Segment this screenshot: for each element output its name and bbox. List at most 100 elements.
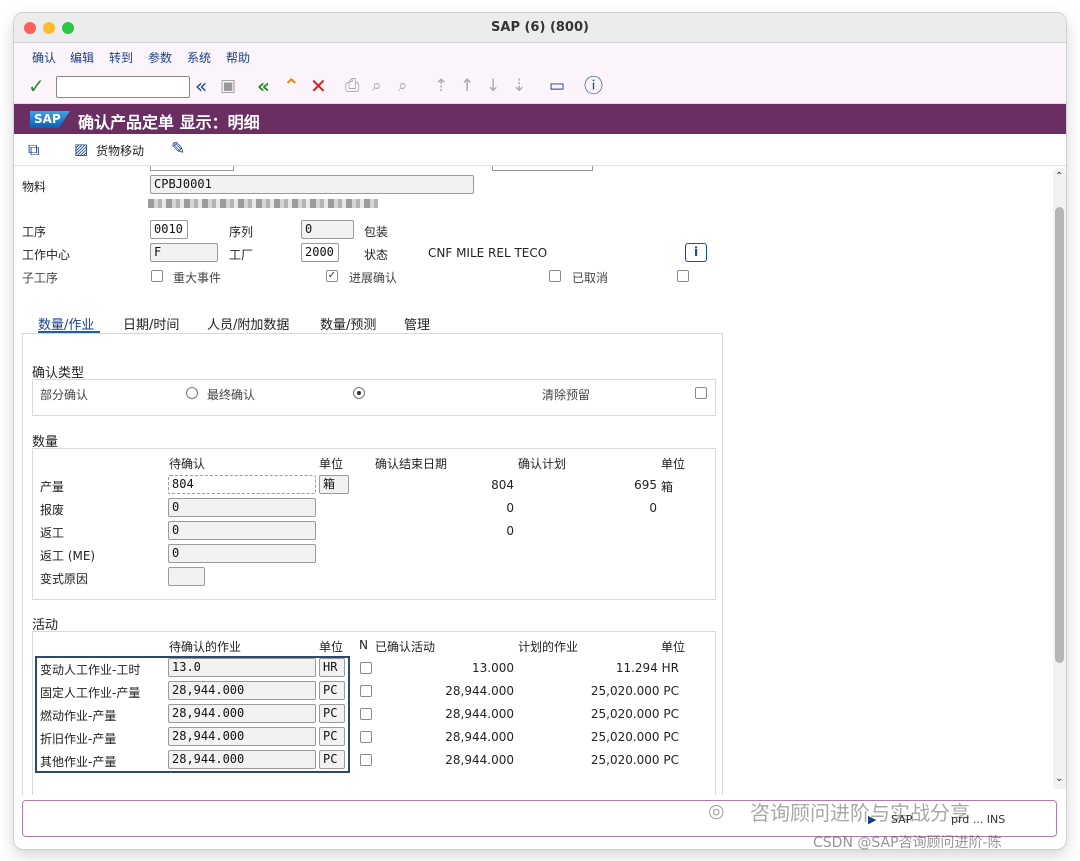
rework-field[interactable]: 0 — [168, 521, 316, 540]
back-icon[interactable]: « — [257, 74, 270, 98]
activity-value-field[interactable]: 28,944.000 — [168, 681, 316, 700]
activity-checkbox[interactable] — [360, 708, 372, 720]
yield-plan: 695 — [634, 478, 657, 492]
cancel-icon[interactable]: ✕ — [310, 74, 327, 98]
menu-confirm[interactable]: 确认 — [32, 49, 56, 66]
activity-checkbox[interactable] — [360, 662, 372, 674]
tab-quantity-forecast[interactable]: 数量/预测 — [320, 314, 376, 333]
yield-plan-unit: 箱 — [661, 480, 674, 494]
progress-confirm-checkbox[interactable]: ✓ — [326, 270, 338, 282]
final-confirm-radio[interactable] — [186, 387, 198, 399]
activity-unit-field[interactable]: PC — [319, 704, 345, 723]
activity-label: 其他作业-产量 — [40, 755, 117, 769]
sequence-field[interactable]: 0 — [301, 220, 354, 239]
goods-movement-icon[interactable]: ▨ — [74, 140, 88, 158]
activity-checkbox[interactable] — [360, 731, 372, 743]
activity-label: 固定人工作业-产量 — [40, 686, 141, 700]
activity-value-field[interactable]: 28,944.000 — [168, 704, 316, 723]
activity-unit-field[interactable]: PC — [319, 681, 345, 700]
menu-goto[interactable]: 转到 — [109, 49, 133, 66]
activity-unit-field[interactable]: HR — [319, 658, 345, 677]
status-info-icon[interactable]: i — [685, 243, 707, 262]
vertical-scrollbar[interactable]: ⌃ ⌄ — [1053, 169, 1066, 789]
rework-confirmed: 0 — [506, 524, 514, 538]
clear-reservation-label: 清除预留 — [542, 388, 591, 402]
activity-value-field[interactable]: 13.0 — [168, 658, 316, 677]
first-page-icon[interactable]: ⇡ — [434, 74, 448, 98]
menu-edit[interactable]: 编辑 — [70, 49, 94, 66]
workcenter-field[interactable]: F — [150, 243, 218, 262]
scroll-down-icon[interactable]: ⌄ — [1055, 773, 1063, 784]
qty-col-end-date: 确认结束日期 — [375, 457, 448, 471]
activity-confirmed: 28,944.000 — [445, 753, 514, 767]
window-titlebar: SAP (6) (800) — [14, 13, 1066, 43]
menu-system[interactable]: 系统 — [187, 49, 211, 66]
tab-personnel[interactable]: 人员/附加数据 — [207, 314, 289, 333]
activity-checkbox[interactable] — [360, 685, 372, 697]
menu-bar: 确认 编辑 转到 参数 系统 帮助 — [14, 43, 1066, 70]
new-session-icon[interactable]: ▭ — [549, 74, 565, 98]
material-field[interactable]: CPBJ0001 — [150, 175, 474, 194]
qty-col-unit2: 单位 — [661, 457, 686, 471]
confirm-option-radio[interactable] — [353, 387, 365, 399]
last-page-icon[interactable]: ⇣ — [512, 74, 526, 98]
exit-icon[interactable]: ⌃ — [283, 74, 300, 98]
act-col-confirmed: 已确认活动 — [375, 640, 436, 654]
activity-value-field[interactable]: 28,944.000 — [168, 750, 316, 769]
plant-field[interactable]: 2000 — [301, 243, 339, 262]
major-event-checkbox[interactable] — [151, 270, 163, 282]
menu-settings[interactable]: 参数 — [148, 49, 172, 66]
menu-help[interactable]: 帮助 — [226, 49, 250, 66]
edit-note-icon[interactable]: ✎ — [171, 139, 185, 159]
qty-row-label: 产量 — [40, 480, 65, 494]
progress-confirm-label: 进展确认 — [349, 271, 398, 285]
plant-label: 工厂 — [229, 248, 254, 262]
double-left-icon[interactable]: « — [195, 74, 207, 98]
yield-field[interactable]: 804 — [168, 475, 316, 494]
application-toolbar: ⧉ ▨ 货物移动 ✎ — [14, 134, 1066, 166]
activity-unit-field[interactable]: PC — [319, 727, 345, 746]
activity-value-field[interactable]: 28,944.000 — [168, 727, 316, 746]
material-description-blurred — [148, 199, 378, 208]
operation-label: 工序 — [22, 225, 47, 239]
standard-toolbar: ✓ « ▣ « ⌃ ✕ ⎙ ⌕ ⌕ ⇡ ↑ ↓ ⇣ ▭ ⓘ — [14, 70, 1066, 104]
activity-unit-field[interactable]: PC — [319, 750, 345, 769]
tab-administration[interactable]: 管理 — [404, 314, 430, 333]
command-field[interactable] — [56, 76, 190, 98]
scrollbar-thumb[interactable] — [1055, 207, 1064, 663]
scroll-up-icon[interactable]: ⌃ — [1055, 171, 1063, 182]
scrap-confirmed: 0 — [506, 501, 514, 515]
act-col-plan: 计划的作业 — [518, 640, 579, 654]
activity-label: 变动人工作业-工时 — [40, 663, 141, 677]
yield-unit-field[interactable]: 箱 — [319, 475, 349, 494]
find-next-icon[interactable]: ⌕ — [398, 74, 408, 98]
find-icon[interactable]: ⌕ — [372, 74, 382, 98]
tab-date-time[interactable]: 日期/时间 — [123, 314, 179, 333]
sap-window: SAP (6) (800) 确认 编辑 转到 参数 系统 帮助 ✓ « ▣ « … — [14, 13, 1066, 849]
activity-confirmed: 13.000 — [472, 661, 514, 675]
next-page-icon[interactable]: ↓ — [486, 74, 500, 98]
activity-plan: 25,020.000 PC — [590, 753, 679, 767]
goods-movement-button[interactable]: 货物移动 — [96, 142, 144, 159]
clear-reservation-checkbox[interactable] — [695, 387, 707, 399]
partial-confirm-label: 部分确认 — [40, 388, 89, 402]
packaging-label: 包装 — [364, 225, 389, 239]
cancelled-checkbox[interactable] — [549, 270, 561, 282]
qty-row-label: 变式原因 — [40, 572, 89, 586]
suboperation-label: 子工序 — [22, 271, 59, 285]
major-event-label: 重大事件 — [173, 271, 222, 285]
material-label: 物料 — [22, 180, 47, 194]
print-icon[interactable]: ⎙ — [345, 74, 359, 98]
scrap-field[interactable]: 0 — [168, 498, 316, 517]
save-icon[interactable]: ▣ — [220, 74, 236, 98]
previous-page-icon[interactable]: ↑ — [460, 74, 474, 98]
activity-checkbox[interactable] — [360, 754, 372, 766]
help-icon[interactable]: ⓘ — [584, 74, 603, 98]
variance-reason-field[interactable] — [168, 567, 205, 586]
operation-field[interactable]: 0010 — [150, 220, 188, 239]
rework-me-field[interactable]: 0 — [168, 544, 316, 563]
structure-icon[interactable]: ⧉ — [28, 140, 39, 160]
extra-checkbox[interactable] — [677, 270, 689, 282]
enter-check-icon[interactable]: ✓ — [28, 74, 45, 98]
yield-confirmed: 804 — [491, 478, 514, 492]
